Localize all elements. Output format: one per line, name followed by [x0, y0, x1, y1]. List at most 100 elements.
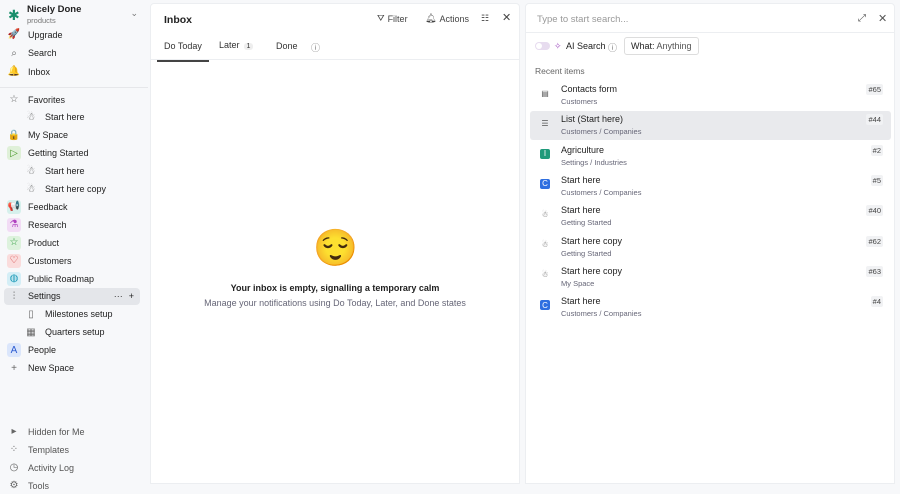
sliders-icon: ⫶	[12, 290, 16, 302]
ai-search-label: AI Search	[566, 41, 606, 51]
item-title: Start here	[561, 296, 601, 307]
tab-later[interactable]: Later 1	[219, 40, 254, 50]
add-icon[interactable]: +	[129, 291, 134, 301]
sidebar-item-label: Activity Log	[28, 462, 75, 473]
item-type-icon: C	[540, 178, 550, 189]
sidebar-item-templates[interactable]: ⁘ Templates	[4, 441, 140, 458]
sidebar-item-product[interactable]: ☆ Product	[4, 234, 140, 251]
recent-item[interactable]: C Start here Customers / Companies #4	[530, 293, 891, 322]
recent-item[interactable]: C Start here Customers / Companies #5	[530, 172, 891, 201]
sidebar-item-activity-log[interactable]: ◷ Activity Log	[4, 459, 140, 476]
sparkle-icon: ✧	[554, 41, 562, 51]
recent-item[interactable]: I Agriculture Settings / Industries #2	[530, 142, 891, 171]
item-title: Start here copy	[561, 235, 623, 246]
caret-right-icon: ▸	[11, 426, 17, 437]
sidebar-item-people[interactable]: A People	[4, 342, 140, 359]
sidebar-item-label: Feedback	[28, 201, 68, 212]
recent-item[interactable]: ☃ Start here copy Getting Started #62	[530, 233, 891, 262]
actions-label: Actions	[439, 13, 469, 24]
help-icon[interactable]: ⓘ	[608, 41, 617, 54]
sidebar-item-start-here[interactable]: ☃ Start here	[4, 109, 140, 126]
sidebar-item-feedback[interactable]: 📢 Feedback	[4, 198, 140, 215]
expand-icon[interactable]: ⤢	[858, 13, 866, 24]
sidebar-item-milestones-setup[interactable]: ▯ Milestones setup	[4, 306, 140, 323]
workspace-logo-icon: ✱	[8, 7, 20, 23]
chevron-down-icon: ⌄	[130, 8, 138, 18]
lock-icon: 🔒	[7, 129, 21, 141]
sidebar-item-start-here-copy[interactable]: ☃ Start here copy	[4, 181, 140, 198]
more-icon[interactable]: ···	[114, 291, 123, 301]
sidebar-item-label: Settings	[28, 291, 61, 302]
what-value: Anything	[656, 41, 692, 51]
sidebar-item-label: Upgrade	[28, 29, 63, 40]
sidebar-item-new-space[interactable]: + New Space	[4, 360, 140, 377]
play-icon: ▷	[7, 146, 21, 161]
relieved-face-icon: 😌	[313, 227, 358, 268]
item-title: Start here	[561, 205, 601, 216]
item-type-icon: ☃	[541, 209, 549, 219]
sidebar-item-getting-started[interactable]: ▷ Getting Started	[4, 145, 140, 162]
item-path: Getting Started	[561, 218, 612, 228]
divider	[0, 87, 148, 88]
sidebar-item-label: Public Roadmap	[28, 273, 95, 284]
search-input[interactable]: Type to start search...	[537, 14, 628, 25]
item-number: #40	[866, 205, 883, 217]
item-title: List (Start here)	[561, 114, 624, 125]
recent-item[interactable]: ▤ Contacts form Customers #65	[530, 81, 891, 110]
sidebar-item-hidden-for-me[interactable]: ▸ Hidden for Me	[4, 423, 140, 440]
filter-label: Filter	[387, 13, 408, 24]
item-path: Customers / Companies	[561, 187, 642, 197]
bell-icon: 🔔︎	[425, 13, 437, 23]
tab-done[interactable]: Done	[276, 41, 298, 51]
item-title: Start here copy	[561, 265, 623, 276]
item-number: #2	[870, 144, 883, 156]
tab-later-label: Later	[219, 40, 240, 50]
star-icon: ☆	[9, 94, 19, 105]
search-icon: ⌕	[11, 47, 17, 59]
recent-item[interactable]: ☃ Start here Getting Started #40	[530, 202, 891, 231]
bell-icon: 🔔	[7, 66, 21, 77]
sidebar-item-search[interactable]: ⌕ Search	[4, 45, 140, 62]
sidebar-item-label: People	[28, 345, 57, 356]
globe-icon: ◍	[7, 271, 21, 286]
item-number: #44	[866, 114, 883, 126]
sidebar-item-start-here[interactable]: ☃ Start here	[4, 163, 140, 180]
help-icon[interactable]: ⓘ	[311, 41, 320, 54]
item-type-icon: ☃	[541, 240, 549, 249]
recent-item[interactable]: ☰ List (Start here) Customers / Companie…	[530, 111, 891, 141]
empty-subtitle: Manage your notifications using Do Today…	[204, 298, 466, 308]
sidebar-item-inbox[interactable]: 🔔 Inbox	[4, 63, 140, 80]
recent-item[interactable]: ☃ Start here copy My Space #63	[530, 263, 891, 292]
rocket-icon: 🚀	[7, 29, 21, 40]
search-panel: Type to start search... ⤢ ✕ ✧ AI Search …	[525, 3, 895, 484]
templates-icon: ⁘	[9, 444, 19, 455]
close-icon[interactable]: ✕	[502, 11, 511, 24]
sidebar-item-label: Inbox	[28, 66, 51, 77]
close-icon[interactable]: ✕	[878, 12, 887, 25]
sidebar-item-settings[interactable]: ⫶ Settings ··· +	[4, 287, 140, 305]
settings-sliders-icon[interactable]: ☷	[481, 13, 489, 24]
item-path: Getting Started	[561, 248, 612, 258]
sidebar-item-quarters-setup[interactable]: ▦ Quarters setup	[4, 324, 140, 341]
filter-icon: ⛛	[377, 13, 385, 23]
workspace-switcher[interactable]: ✱ Nicely Done products ⌄	[6, 3, 146, 25]
inbox-title: Inbox	[164, 14, 192, 26]
sidebar-item-favorites[interactable]: ☆ Favorites	[4, 91, 140, 108]
item-path: Customers / Companies	[561, 309, 642, 319]
sidebar-item-tools[interactable]: ⚙ Tools	[4, 477, 140, 494]
sidebar-item-upgrade[interactable]: 🚀 Upgrade	[4, 26, 140, 43]
what-filter-button[interactable]: What: Anything	[624, 37, 699, 55]
sidebar-item-label: Hidden for Me	[28, 426, 85, 437]
sidebar-item-customers[interactable]: ♡ Customers	[4, 252, 140, 269]
inbox-panel: Inbox ⛛ Filter 🔔︎ Actions ☷ ✕ Do Today Lat…	[150, 3, 520, 484]
filter-button[interactable]: ⛛ Filter	[377, 13, 408, 24]
megaphone-icon: 📢	[7, 199, 21, 214]
ai-search-toggle[interactable]	[535, 42, 550, 50]
sidebar-item-research[interactable]: ⚗ Research	[4, 216, 140, 233]
sidebar-item-public-roadmap[interactable]: ◍ Public Roadmap	[4, 270, 140, 287]
item-type-icon: I	[540, 148, 550, 159]
sidebar-item-my-space[interactable]: 🔒 My Space	[4, 127, 140, 144]
sidebar-item-label: New Space	[28, 363, 75, 373]
sidebar-item-label: Research	[28, 219, 67, 230]
actions-button[interactable]: 🔔︎ Actions	[425, 13, 469, 24]
